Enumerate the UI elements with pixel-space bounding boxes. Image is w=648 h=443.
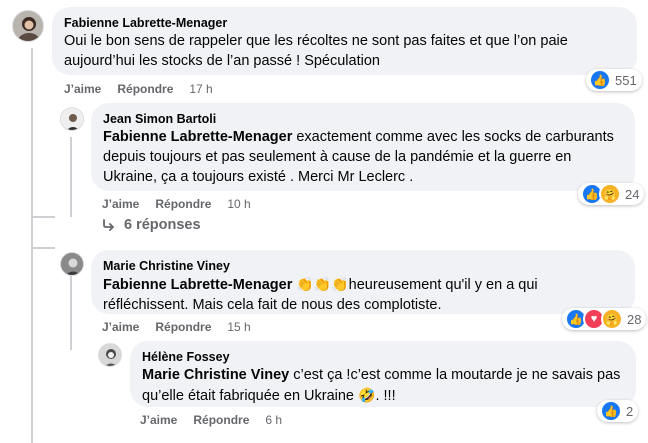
- laughing-emoji: 🤣: [358, 387, 376, 403]
- comment-text-end: . !!!: [375, 388, 396, 404]
- comment-text: Marie Christine Viney c’est ça !c’est co…: [142, 365, 624, 406]
- clap-emoji: 👏👏👏: [296, 276, 349, 292]
- care-icon: 🤗: [599, 183, 621, 205]
- comment-text: Fabienne Labrette-Menager 👏👏👏heureusemen…: [103, 274, 623, 315]
- care-icon: 🤗: [601, 308, 623, 330]
- reply-arrow-icon: [103, 219, 114, 231]
- reaction-count: 28: [627, 311, 642, 327]
- timestamp[interactable]: 17 h: [189, 81, 212, 97]
- timestamp[interactable]: 10 h: [227, 196, 250, 212]
- reaction-count: 2: [626, 403, 634, 419]
- comment-actions: J’aime Répondre 6 h: [140, 412, 282, 428]
- thread-line: [31, 247, 55, 249]
- comment-author[interactable]: Fabienne Labrette-Menager: [64, 15, 625, 31]
- thumbs-up-icon: 👍: [600, 400, 622, 422]
- comment-bubble: Fabienne Labrette-Menager Oui le bon sen…: [52, 7, 637, 75]
- comment-text: Oui le bon sens de rappeler que les réco…: [64, 33, 568, 69]
- like-button[interactable]: J’aime: [102, 196, 139, 212]
- comment-text: Fabienne Labrette-Menager exactement com…: [103, 127, 623, 187]
- avatar[interactable]: [12, 10, 44, 42]
- view-replies-link[interactable]: 6 réponses: [102, 217, 201, 233]
- mention-link[interactable]: Marie Christine Viney: [142, 367, 289, 383]
- thumbs-up-icon: 👍: [589, 69, 611, 91]
- reaction-summary[interactable]: 👍 2: [597, 400, 639, 422]
- like-button[interactable]: J’aime: [64, 81, 101, 97]
- comment-author[interactable]: Marie Christine Viney: [103, 258, 623, 274]
- thread-line: [70, 272, 72, 350]
- avatar[interactable]: [60, 252, 84, 276]
- reaction-count: 551: [615, 72, 637, 88]
- avatar[interactable]: [98, 343, 122, 367]
- comment-actions: J’aime Répondre 15 h: [102, 319, 251, 335]
- comment-bubble: Jean Simon Bartoli Fabienne Labrette-Men…: [91, 103, 635, 191]
- avatar[interactable]: [60, 107, 84, 131]
- comment-author[interactable]: Hélène Fossey: [142, 349, 624, 365]
- mention-link[interactable]: Fabienne Labrette-Menager: [103, 129, 292, 145]
- thread-line: [31, 48, 33, 443]
- comment-author[interactable]: Jean Simon Bartoli: [103, 111, 623, 127]
- comment-bubble: Hélène Fossey Marie Christine Viney c’es…: [130, 341, 636, 407]
- timestamp[interactable]: 6 h: [265, 412, 282, 428]
- like-button[interactable]: J’aime: [102, 319, 139, 335]
- reply-button[interactable]: Répondre: [193, 412, 249, 428]
- reply-button[interactable]: Répondre: [155, 319, 211, 335]
- timestamp[interactable]: 15 h: [227, 319, 250, 335]
- comment-actions: J’aime Répondre 10 h: [102, 196, 251, 212]
- mention-link[interactable]: Fabienne Labrette-Menager: [103, 277, 292, 293]
- reaction-summary[interactable]: 👍 🤗 24: [578, 183, 645, 205]
- reaction-count: 24: [625, 186, 640, 202]
- reply-button[interactable]: Répondre: [155, 196, 211, 212]
- reaction-summary[interactable]: 👍 551: [586, 69, 642, 91]
- view-replies-label: 6 réponses: [124, 217, 201, 233]
- reply-button[interactable]: Répondre: [117, 81, 173, 97]
- reaction-summary[interactable]: 👍 ♥ 🤗 28: [562, 308, 647, 330]
- thread-line: [31, 216, 55, 218]
- comment-actions: J’aime Répondre 17 h: [64, 81, 213, 97]
- comment-bubble: Marie Christine Viney Fabienne Labrette-…: [91, 250, 635, 314]
- thread-line: [70, 137, 72, 217]
- like-button[interactable]: J’aime: [140, 412, 177, 428]
